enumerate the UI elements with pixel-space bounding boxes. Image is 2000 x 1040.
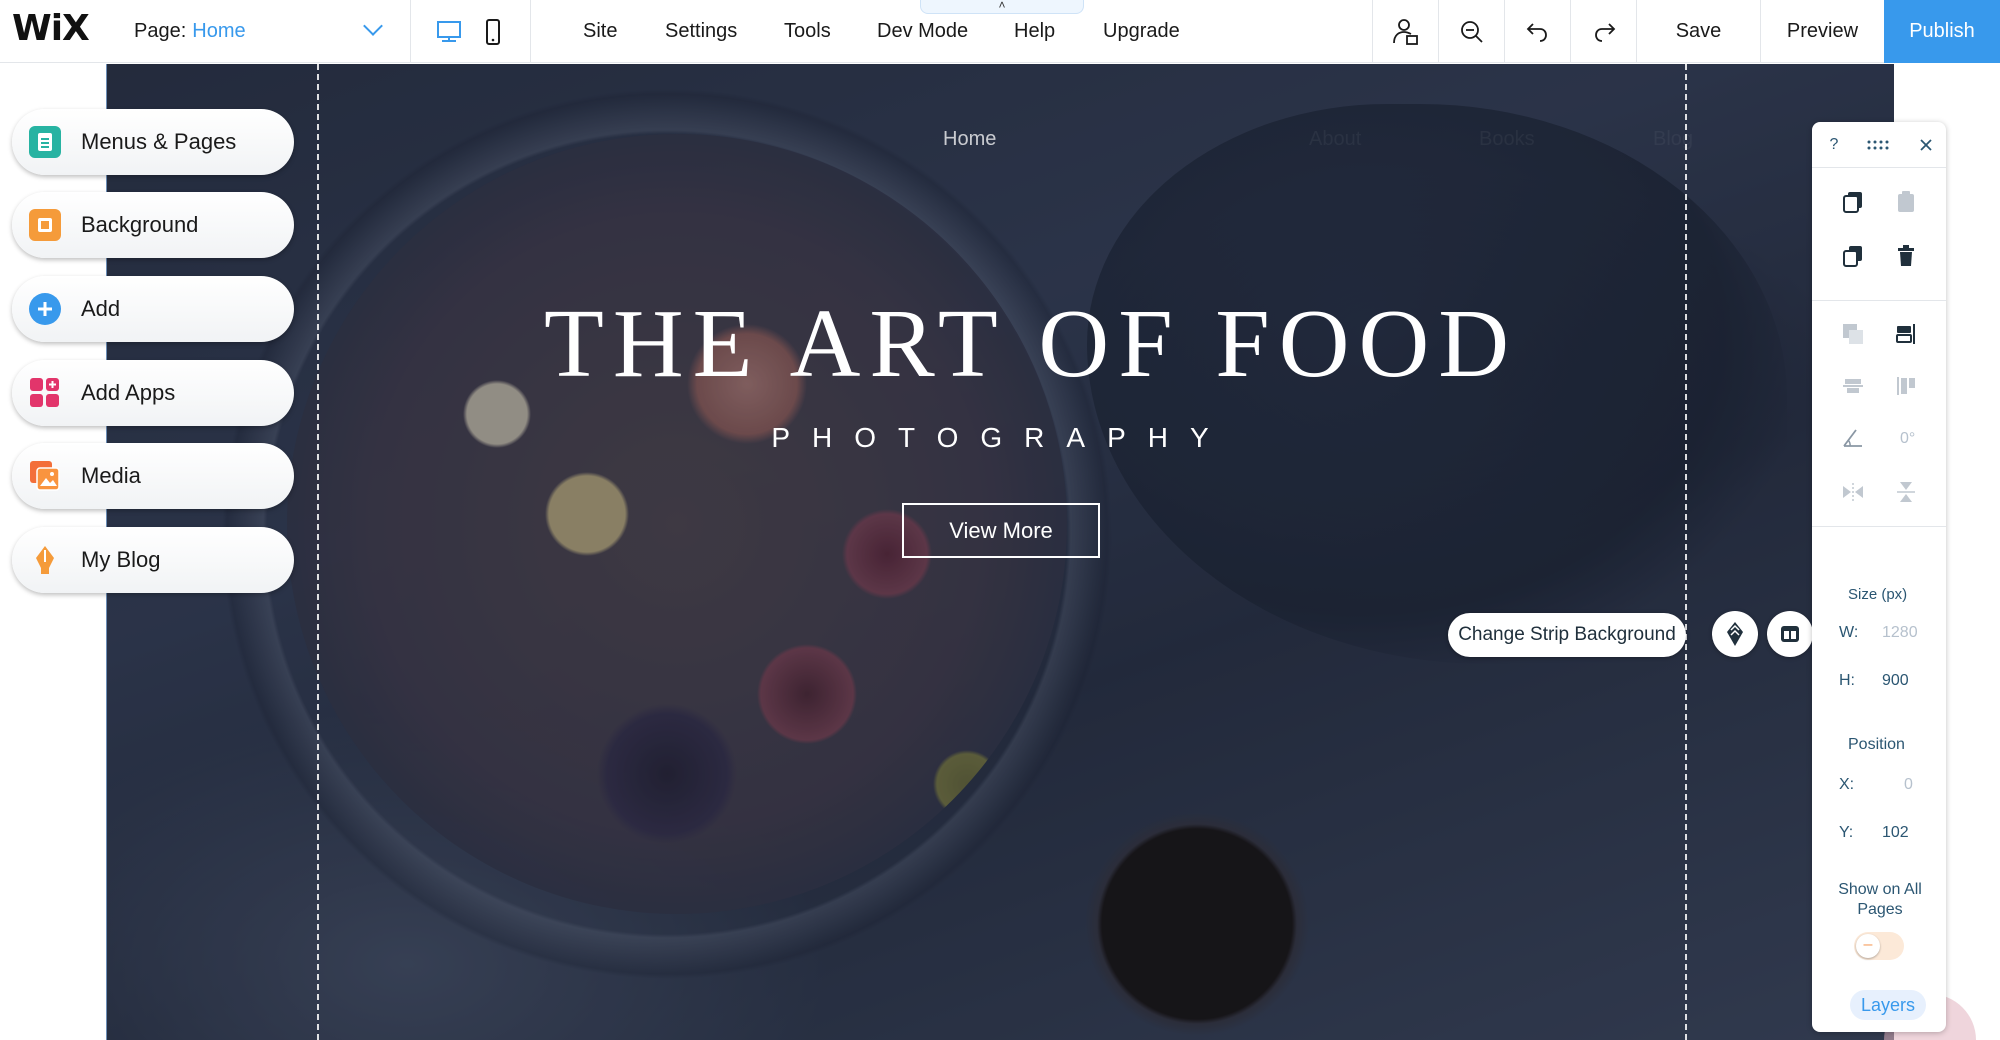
zoom-out-button[interactable]: [1438, 0, 1504, 63]
paste-icon: [1892, 188, 1920, 216]
background-label: Background: [81, 212, 199, 237]
layers-button[interactable]: Layers: [1850, 990, 1926, 1020]
match-size-icon: [1892, 372, 1920, 400]
media-label: Media: [81, 463, 141, 488]
rotate-icon: [1839, 424, 1867, 452]
undo-icon: [1526, 22, 1547, 42]
view-more-button[interactable]: View More: [902, 503, 1100, 558]
divider: [1812, 300, 1946, 301]
media-button[interactable]: Media: [12, 443, 294, 509]
background-icon: [29, 209, 61, 241]
preview-button[interactable]: Preview: [1760, 0, 1884, 63]
desktop-icon: [437, 20, 461, 42]
size-label: Size (px): [1848, 586, 1908, 603]
change-strip-background-button[interactable]: Change Strip Background: [1448, 613, 1686, 657]
site-nav-home[interactable]: Home: [943, 128, 996, 151]
undo-button[interactable]: [1504, 0, 1570, 63]
chevron-down-icon: [363, 16, 383, 36]
zoom-out-icon: [1460, 20, 1483, 43]
layout-button[interactable]: [1767, 611, 1813, 657]
collapse-topbar-handle[interactable]: ˄: [920, 0, 1084, 14]
add-button[interactable]: Add: [12, 276, 294, 342]
wix-logo[interactable]: WiX: [12, 8, 90, 49]
layout-icon: [1781, 626, 1799, 642]
copy-icon[interactable]: [1839, 188, 1867, 216]
menus-pages-button[interactable]: Menus & Pages: [12, 109, 294, 175]
add-apps-label: Add Apps: [81, 380, 176, 405]
panel-header: ?: [1812, 122, 1946, 168]
rotation-value: 0°: [1900, 430, 1916, 447]
page-selector-label: Page:: [134, 20, 187, 42]
site-nav-blog[interactable]: Blog: [1653, 128, 1693, 151]
mobile-icon: [486, 18, 500, 45]
page-selector[interactable]: Page: Home: [134, 0, 411, 63]
height-value[interactable]: 900: [1882, 672, 1909, 690]
distribute-icon: [1839, 372, 1867, 400]
desktop-view-button[interactable]: [424, 0, 474, 63]
editor-canvas: Home About Books Blog THE ART OF FOOD PH…: [0, 64, 2000, 1040]
y-value[interactable]: 102: [1882, 824, 1909, 842]
add-apps-button[interactable]: Add Apps: [12, 360, 294, 426]
close-icon[interactable]: [1912, 131, 1940, 159]
height-label: H:: [1839, 672, 1855, 689]
add-label: Add: [81, 296, 121, 321]
width-label: W:: [1839, 624, 1859, 641]
strip-properties-panel: ? 0° Size (px) W: 1280 H: 900 Position X…: [1812, 122, 1946, 1032]
menu-tools[interactable]: Tools: [784, 0, 831, 63]
flip-vertical-icon: [1892, 478, 1920, 506]
my-blog-label: My Blog: [81, 547, 161, 572]
publish-button[interactable]: Publish: [1884, 0, 2000, 63]
animation-icon: [1727, 622, 1743, 646]
position-label: Position: [1848, 736, 1905, 753]
background-button[interactable]: Background: [12, 192, 294, 258]
menus-pages-label: Menus & Pages: [81, 129, 237, 154]
my-blog-button[interactable]: My Blog: [12, 527, 294, 593]
redo-button[interactable]: [1570, 0, 1636, 63]
toggle-knob: –: [1856, 934, 1880, 958]
hero-subtitle[interactable]: PHOTOGRAPHY: [701, 422, 1301, 454]
x-value: 0: [1904, 776, 1913, 793]
hero-title[interactable]: THE ART OF FOOD: [481, 288, 1581, 400]
media-icon: [29, 460, 61, 492]
drag-handle-icon[interactable]: [1864, 131, 1892, 159]
arrange-icon: [1839, 320, 1867, 348]
y-label: Y:: [1839, 824, 1854, 841]
blog-icon: [29, 544, 61, 576]
animation-button[interactable]: [1712, 611, 1758, 657]
x-label: X:: [1839, 776, 1855, 793]
page-selector-value: Home: [192, 20, 246, 42]
pages-icon: [29, 126, 61, 158]
menu-site[interactable]: Site: [583, 0, 617, 63]
add-icon: [29, 293, 61, 325]
site-nav-about[interactable]: About: [1309, 128, 1361, 151]
align-icon[interactable]: [1892, 320, 1920, 348]
save-button[interactable]: Save: [1636, 0, 1760, 63]
mobile-view-button[interactable]: [468, 0, 518, 63]
show-on-all-pages-label: Show on All Pages: [1838, 881, 1922, 918]
duplicate-icon[interactable]: [1839, 242, 1867, 270]
editor-top-bar: WiX Page: Home Site Settings Tools Dev M…: [0, 0, 2000, 63]
right-gridline: [1685, 64, 1687, 1040]
left-gridline: [317, 64, 319, 1040]
hero-strip[interactable]: Home About Books Blog THE ART OF FOOD PH…: [106, 64, 1894, 1040]
accessibility-button[interactable]: [1372, 0, 1438, 63]
width-value: 1280: [1882, 624, 1918, 641]
apps-icon: [29, 377, 61, 409]
flip-horizontal-icon: [1839, 478, 1867, 506]
trash-icon[interactable]: [1892, 242, 1920, 270]
help-icon[interactable]: ?: [1820, 131, 1848, 159]
menu-upgrade[interactable]: Upgrade: [1103, 0, 1180, 63]
redo-icon: [1594, 22, 1615, 42]
menu-settings[interactable]: Settings: [665, 0, 737, 63]
show-on-all-pages-toggle[interactable]: –: [1854, 932, 1904, 960]
site-nav-books[interactable]: Books: [1479, 128, 1535, 151]
divider: [1812, 526, 1946, 527]
person-settings-icon: [1392, 18, 1418, 45]
divider: [530, 0, 531, 63]
